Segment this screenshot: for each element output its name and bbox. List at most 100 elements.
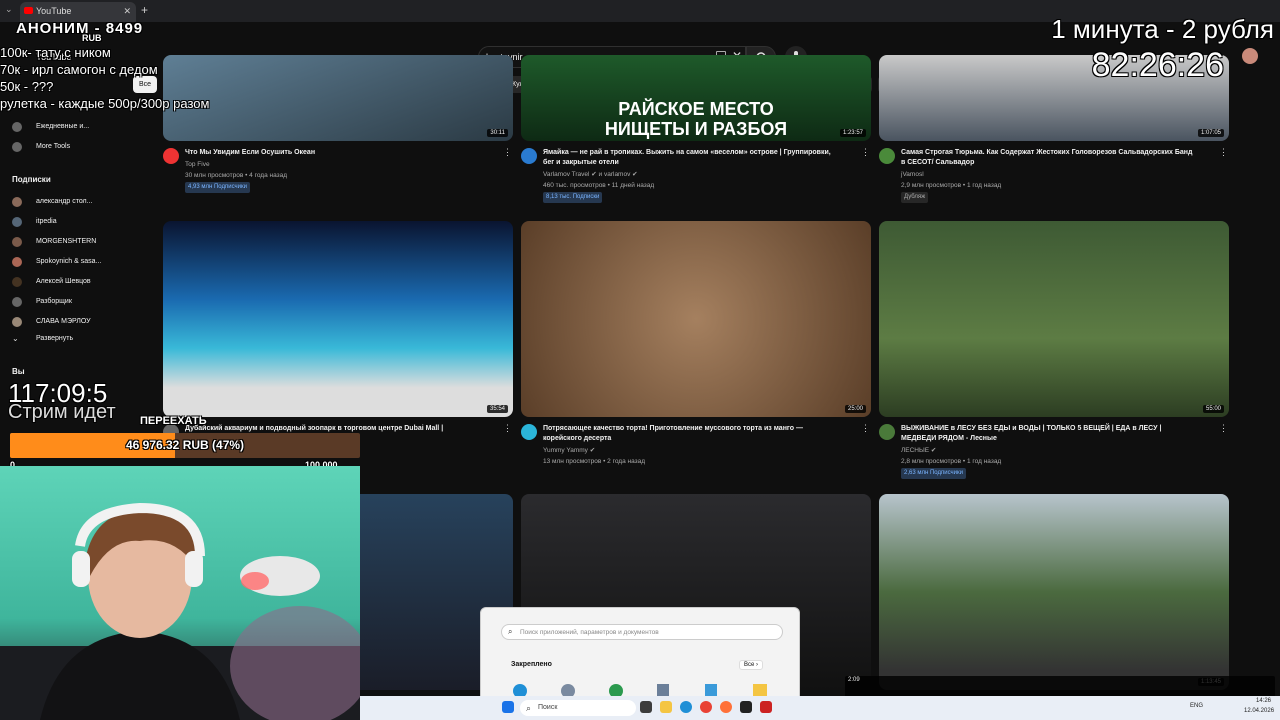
video-thumbnail[interactable]: 30:11: [163, 55, 513, 141]
language-indicator[interactable]: ENG: [1190, 703, 1203, 709]
sidebar-item-more-tools[interactable]: More Tools: [10, 140, 70, 154]
tools-icon: [12, 142, 22, 152]
taskbar: ⌕ Поиск ENG 14:26 12.04.2026: [360, 696, 1280, 720]
channel-avatar: [12, 197, 22, 207]
browser-tab[interactable]: YouTube ✕: [20, 2, 136, 22]
taskbar-search[interactable]: ⌕ Поиск: [520, 700, 636, 716]
video-meta: ЛЕСНЫЕ ✔ 2,8 млн просмотров • 1 год назад…: [901, 445, 1193, 479]
obs-icon[interactable]: [740, 701, 752, 713]
sidebar-subscription[interactable]: Разборщик: [10, 295, 72, 309]
channel-name[interactable]: Top Five: [185, 159, 477, 170]
video-title[interactable]: Что Мы Увидим Если Осушить Океан: [185, 148, 477, 158]
video-thumbnail[interactable]: 35:54: [163, 221, 513, 417]
channel-avatar: [12, 297, 22, 307]
channel-avatar[interactable]: [521, 424, 537, 440]
sidebar-subscription[interactable]: itpedia: [10, 215, 57, 229]
more-options-icon[interactable]: ⋮: [861, 147, 870, 158]
channel-avatar: [12, 217, 22, 227]
sidebar-subscription[interactable]: СЛАВА МЭРЛОУ: [10, 315, 91, 329]
film-icon: [12, 122, 22, 132]
sidebar-expand[interactable]: ⌄ Развернуть: [10, 332, 73, 346]
new-tab-button[interactable]: +: [141, 3, 148, 17]
sidebar-subscription[interactable]: Spokoynich & sasa...: [10, 255, 101, 269]
explorer-icon[interactable]: [660, 701, 672, 713]
more-options-icon[interactable]: ⋮: [861, 423, 870, 434]
view-stats: 460 тыс. просмотров • 11 дней назад: [543, 182, 655, 189]
sidebar-subscription[interactable]: Алексей Шевцов: [10, 275, 91, 289]
webcam-feed: [0, 466, 360, 720]
video-meta: Top Five 30 млн просмотров • 4 года назад…: [185, 159, 477, 193]
video-thumbnail[interactable]: 1:13:45: [879, 494, 1229, 690]
view-stats: 30 млн просмотров • 4 года назад: [185, 172, 288, 179]
video-badge: 2,63 млн Подписчики: [901, 468, 966, 479]
channel-avatar[interactable]: [879, 424, 895, 440]
channel-avatar: [12, 317, 22, 327]
video-badge: Дубляж: [901, 192, 929, 203]
streamer-image: [0, 502, 360, 720]
video-thumbnail[interactable]: РАЙСКОЕ МЕСТО НИЩЕТЫ И РАЗБОЯ 1:23:57: [521, 55, 871, 141]
tab-close-icon[interactable]: ✕: [123, 2, 131, 20]
app-icon[interactable]: [760, 701, 772, 713]
more-options-icon[interactable]: ⋮: [1219, 423, 1228, 434]
goal-text: 46 976.32 RUB (47%): [125, 438, 245, 452]
more-options-icon[interactable]: ⋮: [503, 423, 512, 434]
video-badge: 4,93 млн Подписчики: [185, 182, 250, 193]
donor-label: АНОНИМ - 8499: [16, 20, 144, 37]
all-apps-button[interactable]: Все ›: [739, 660, 764, 670]
subscriptions-title[interactable]: Подписки: [12, 175, 51, 184]
channel-avatar: [12, 237, 22, 247]
clock-time[interactable]: 14:26: [1256, 698, 1271, 704]
more-options-icon[interactable]: ⋮: [503, 147, 512, 158]
search-icon: ⌕: [526, 703, 532, 713]
view-stats: 13 млн просмотров • 2 года назад: [543, 458, 646, 465]
sidebar-subscription[interactable]: MORGENSHTERN: [10, 235, 96, 249]
video-duration: 55:00: [1202, 405, 1224, 413]
video-duration: 1:07:05: [1197, 129, 1224, 137]
start-menu: ⌕ Поиск приложений, параметров и докумен…: [480, 607, 800, 698]
video-title[interactable]: Потрясающее качество торта! Приготовлени…: [543, 424, 835, 444]
video-thumbnail[interactable]: 55:00: [879, 221, 1229, 417]
video-badge: 8,13 тыс. Подписки: [543, 192, 603, 203]
chrome-icon[interactable]: [700, 701, 712, 713]
channel-name[interactable]: Yummy Yammy ✔: [543, 445, 835, 456]
you-title[interactable]: Вы: [12, 367, 25, 376]
clock-date[interactable]: 12.04.2026: [1244, 708, 1274, 714]
channel-avatar: [12, 277, 22, 287]
video-duration: 30:11: [487, 129, 508, 137]
avatar[interactable]: [1242, 48, 1258, 64]
thumbnail-caption-line: НИЩЕТЫ И РАЗБОЯ: [604, 119, 788, 139]
windows-start-icon[interactable]: [502, 701, 514, 713]
channel-name[interactable]: jVamosl: [901, 169, 1193, 180]
more-options-icon[interactable]: ⋮: [1219, 147, 1228, 158]
video-title[interactable]: Самая Строгая Тюрьма. Как Содержат Жесто…: [901, 148, 1193, 168]
channel-avatar: [12, 257, 22, 267]
sidebar-item-daily[interactable]: Ежедневные и...: [10, 120, 89, 134]
move-label: ПЕРЕЕХАТЬ: [140, 415, 207, 427]
stream-label: Стрим идет: [8, 401, 116, 423]
main-timer: 82:26:26: [1091, 46, 1224, 84]
channel-avatar[interactable]: [163, 148, 179, 164]
sidebar-subscription[interactable]: александр стол...: [10, 195, 92, 209]
video-title[interactable]: ВЫЖИВАНИЕ в ЛЕСУ БЕЗ ЕДЫ и ВОДЫ | ТОЛЬКО…: [901, 424, 1193, 444]
task-view-icon[interactable]: [640, 701, 652, 713]
channel-avatar[interactable]: [879, 148, 895, 164]
view-stats: 2,8 млн просмотров • 1 год назад: [901, 458, 1002, 465]
video-thumbnail[interactable]: 25:00: [521, 221, 871, 417]
start-search-input[interactable]: ⌕ Поиск приложений, параметров и докумен…: [501, 624, 783, 640]
video-duration: 25:00: [844, 405, 866, 413]
video-meta: jVamosl 2,9 млн просмотров • 1 год назад Д…: [901, 169, 1193, 203]
search-icon: ⌕: [508, 627, 513, 636]
folder-icon[interactable]: [753, 684, 767, 696]
channel-avatar[interactable]: [521, 148, 537, 164]
video-title[interactable]: Ямайка — не рай в тропиках. Выжить на са…: [543, 148, 835, 168]
pinned-title: Закреплено: [511, 661, 552, 668]
channel-name[interactable]: ЛЕСНЫЕ ✔: [901, 445, 1193, 456]
tab-menu-icon[interactable]: ⌄: [5, 4, 13, 15]
rate-label: 1 минута - 2 рубля: [1051, 14, 1274, 44]
firefox-icon[interactable]: [720, 701, 732, 713]
channel-name[interactable]: Varlamov Travel ✔ и varlamov ✔: [543, 169, 835, 180]
edge-icon[interactable]: [680, 701, 692, 713]
video-meta: Varlamov Travel ✔ и varlamov ✔ 460 тыс. п…: [543, 169, 835, 203]
video-duration: 35:54: [486, 405, 508, 413]
video-duration: 1:23:57: [839, 129, 866, 137]
